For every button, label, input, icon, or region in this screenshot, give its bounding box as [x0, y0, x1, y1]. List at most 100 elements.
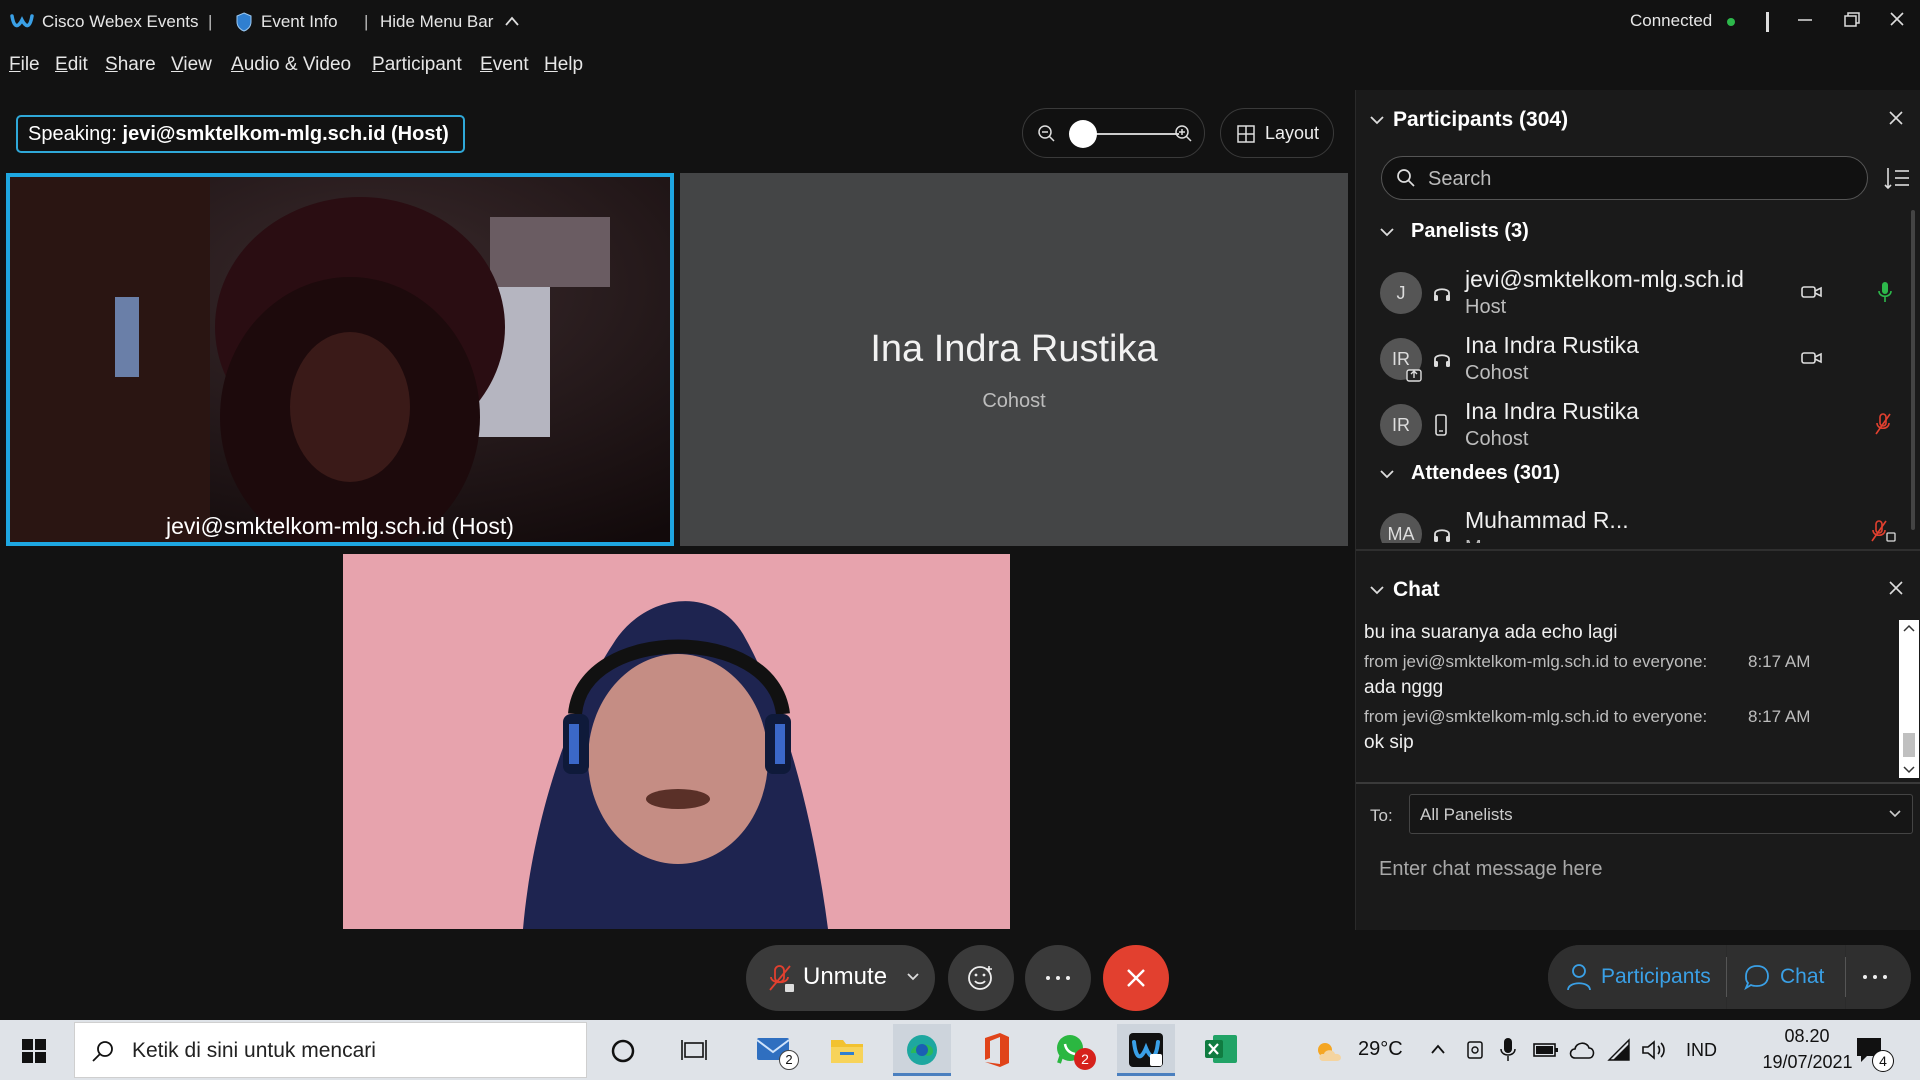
hide-menu-bar-button[interactable]: Hide Menu Bar — [380, 12, 493, 32]
chat-scroll-thumb[interactable] — [1903, 733, 1915, 757]
whatsapp-badge: 2 — [1074, 1048, 1096, 1070]
zoom-out-icon[interactable] — [1037, 124, 1057, 144]
volume-icon[interactable] — [1641, 1038, 1667, 1062]
cohost-video-tile[interactable]: Ina Indra Rustika Cohost — [680, 173, 1348, 546]
menu-file[interactable]: File — [9, 54, 40, 76]
participants-scrollbar[interactable] — [1911, 210, 1915, 530]
menu-share[interactable]: Share — [105, 54, 156, 76]
webex-app-icon — [1129, 1033, 1163, 1067]
chat-tab-button[interactable]: Chat — [1727, 945, 1845, 1009]
participant-row[interactable]: J jevi@smktelkom-mlg.sch.id Host — [1356, 262, 1920, 326]
layout-label: Layout — [1265, 123, 1320, 143]
smiley-icon — [968, 966, 992, 990]
title-divider — [1766, 12, 1769, 32]
host-video-tile[interactable]: jevi@smktelkom-mlg.sch.id (Host) — [6, 173, 674, 546]
wifi-icon[interactable] — [1606, 1038, 1632, 1062]
webex-logo-icon — [10, 14, 34, 28]
mic-muted-locked-icon[interactable] — [1870, 519, 1896, 543]
menu-participant[interactable]: Participant — [372, 54, 462, 76]
cloud-sync-icon[interactable] — [1568, 1038, 1596, 1062]
input-language[interactable]: IND — [1686, 1040, 1717, 1061]
participant-row[interactable]: MA Muhammad R... Mo — [1356, 503, 1920, 543]
menu-edit[interactable]: Edit — [55, 54, 88, 76]
video-camera-icon[interactable] — [1801, 350, 1823, 366]
chat-collapse-chevron-icon[interactable] — [1369, 584, 1385, 596]
menu-help[interactable]: Help — [544, 54, 583, 76]
chat-message-time: 8:17 AM — [1748, 652, 1811, 671]
clock-time[interactable]: 08.20 — [1762, 1026, 1852, 1047]
more-panels-button[interactable] — [1846, 945, 1911, 1009]
close-chat-icon[interactable] — [1888, 580, 1904, 596]
participant-role: Mo — [1465, 537, 1493, 543]
weather-partly-cloudy-icon[interactable] — [1313, 1038, 1347, 1064]
zoom-slider-track[interactable] — [1083, 133, 1179, 135]
shield-icon[interactable] — [236, 12, 252, 32]
minimize-icon[interactable] — [1790, 8, 1820, 32]
microphone-icon[interactable] — [1500, 1036, 1516, 1062]
mic-active-icon[interactable] — [1878, 280, 1892, 304]
event-info-button[interactable]: Event Info — [261, 12, 338, 32]
taskbar-whatsapp-app[interactable]: 2 — [1042, 1024, 1100, 1076]
chevron-down-icon[interactable] — [906, 972, 920, 982]
chat-message-text: ada nggg — [1364, 677, 1444, 698]
menu-audio-video[interactable]: Audio & Video — [231, 54, 351, 76]
taskbar-edge-app[interactable] — [893, 1024, 951, 1076]
taskbar-explorer-app[interactable] — [818, 1024, 876, 1076]
avatar: J — [1380, 272, 1422, 314]
taskbar-search-input[interactable]: Ketik di sini untuk mencari — [74, 1022, 587, 1078]
close-participants-icon[interactable] — [1888, 110, 1904, 126]
panelists-chevron-icon[interactable] — [1379, 226, 1395, 238]
chat-message-input[interactable]: Enter chat message here — [1376, 848, 1906, 908]
chat-scrollbar[interactable] — [1899, 620, 1919, 778]
more-dots-icon — [1863, 975, 1887, 979]
leave-meeting-button[interactable] — [1103, 945, 1169, 1011]
participants-tab-button[interactable]: Participants — [1548, 945, 1726, 1009]
sort-list-icon[interactable] — [1884, 166, 1910, 190]
zoom-in-icon[interactable] — [1174, 124, 1194, 144]
chevron-up-icon[interactable] — [1430, 1043, 1446, 1055]
meet-now-icon[interactable] — [1465, 1038, 1485, 1062]
taskbar-mail-app[interactable]: 2 — [747, 1024, 805, 1076]
chat-recipient-select[interactable]: All Panelists — [1409, 794, 1913, 834]
menu-event[interactable]: Event — [480, 54, 529, 76]
taskbar-webex-app[interactable] — [1117, 1024, 1175, 1076]
person-icon — [1567, 964, 1591, 991]
app-title: Cisco Webex Events — [42, 12, 199, 31]
reactions-button[interactable] — [948, 945, 1014, 1011]
chat-bubble-icon — [1744, 965, 1769, 991]
weather-temperature[interactable]: 29°C — [1358, 1038, 1403, 1061]
attendees-chevron-icon[interactable] — [1379, 468, 1395, 480]
video-camera-icon[interactable] — [1801, 284, 1823, 300]
cortana-icon[interactable] — [610, 1038, 636, 1064]
restore-icon[interactable] — [1836, 8, 1866, 32]
zoom-slider-thumb[interactable] — [1069, 120, 1097, 148]
participant-row[interactable]: IR Ina Indra Rustika Cohost — [1356, 328, 1920, 392]
participant-row[interactable]: IR Ina Indra Rustika Cohost — [1356, 394, 1920, 458]
chat-input-placeholder: Enter chat message here — [1379, 858, 1603, 880]
speaking-name: jevi@smktelkom-mlg.sch.id (Host) — [122, 123, 449, 145]
battery-icon[interactable] — [1533, 1042, 1559, 1058]
chevron-up-icon[interactable] — [505, 16, 519, 26]
speaking-indicator: Speaking: jevi@smktelkom-mlg.sch.id (Hos… — [16, 115, 465, 153]
chat-to-label: To: — [1370, 806, 1393, 825]
close-window-icon[interactable] — [1882, 8, 1912, 32]
menu-view[interactable]: View — [171, 54, 212, 76]
participants-title: Participants (304) — [1393, 108, 1569, 131]
collapse-chevron-icon[interactable] — [1369, 114, 1385, 126]
chat-message-text: bu ina suaranya ada echo lagi — [1364, 622, 1618, 643]
windows-start-icon[interactable] — [22, 1039, 46, 1063]
host-video-caption: jevi@smktelkom-mlg.sch.id (Host) — [166, 513, 514, 539]
more-options-button[interactable] — [1025, 945, 1091, 1011]
taskbar-office-app[interactable] — [968, 1024, 1026, 1076]
layout-button[interactable]: Layout — [1220, 108, 1334, 158]
taskbar-excel-app[interactable] — [1191, 1024, 1249, 1076]
scroll-down-icon[interactable] — [1903, 766, 1915, 774]
participant-video-tile[interactable] — [343, 554, 1010, 929]
chat-divider — [1356, 782, 1920, 784]
mic-muted-icon[interactable] — [1874, 412, 1892, 436]
chevron-down-icon — [1889, 810, 1901, 818]
task-view-icon[interactable] — [680, 1038, 708, 1064]
unmute-button[interactable]: Unmute — [746, 945, 935, 1011]
headset-icon — [1434, 354, 1450, 367]
scroll-up-icon[interactable] — [1903, 624, 1915, 632]
